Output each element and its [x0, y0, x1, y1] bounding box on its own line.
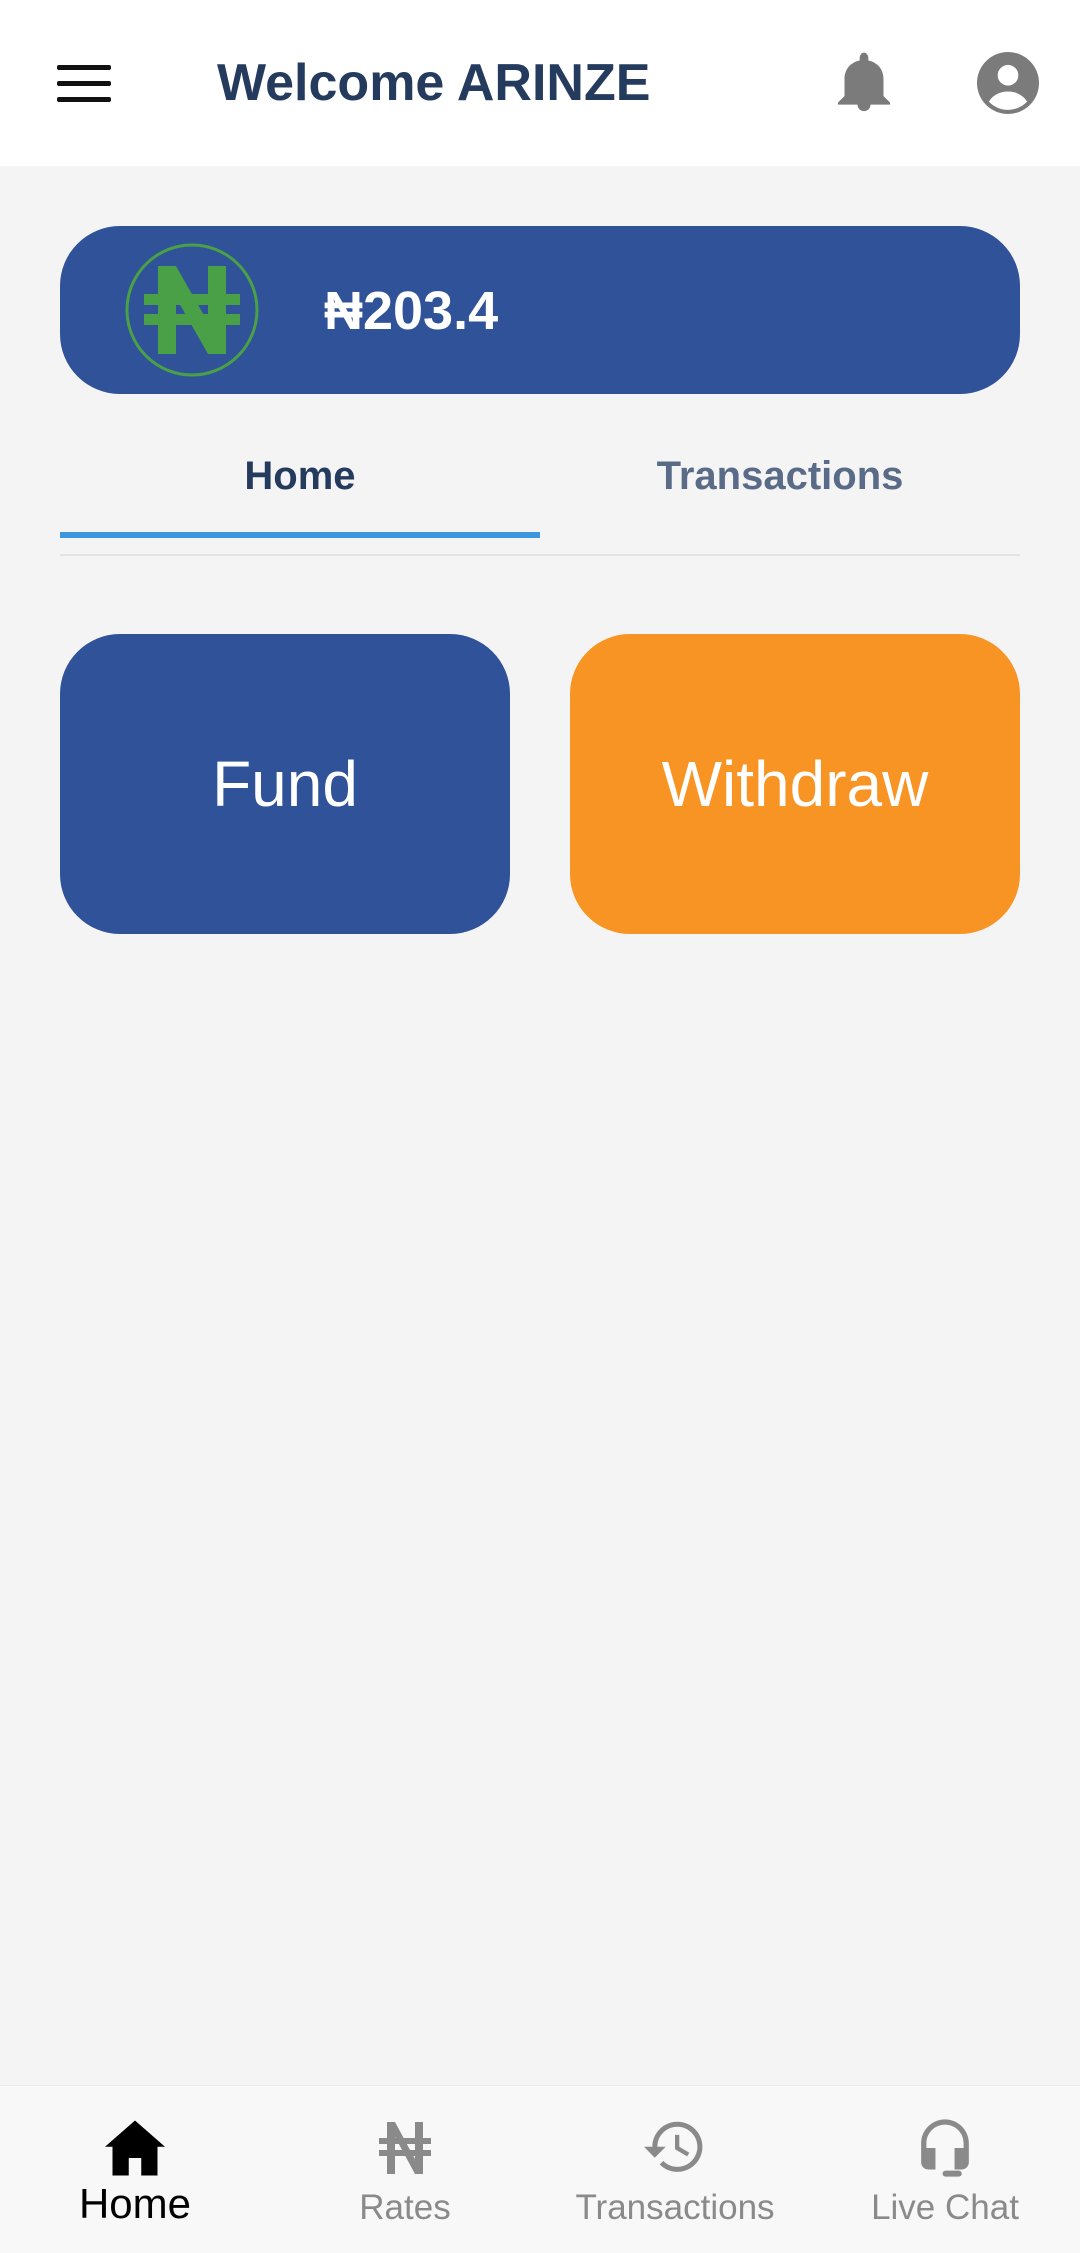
nav-item-live-chat[interactable]: Live Chat — [810, 2086, 1080, 2253]
menu-line — [57, 80, 111, 86]
account-circle-icon[interactable] — [970, 45, 1046, 121]
home-icon — [0, 2116, 270, 2180]
menu-line — [57, 64, 111, 70]
app-screen: Welcome ARINZE ₦203.4 Home Transactions … — [0, 0, 1080, 2253]
nav-label-rates: Rates — [359, 2188, 451, 2227]
withdraw-button[interactable]: Withdraw — [570, 634, 1020, 934]
bell-icon-graphic — [838, 52, 890, 112]
nav-item-home[interactable]: Home — [0, 2086, 270, 2253]
wallet-balance-card: ₦203.4 — [60, 226, 1020, 394]
nav-item-rates[interactable]: Rates — [270, 2086, 540, 2253]
nav-label-live-chat: Live Chat — [871, 2188, 1019, 2227]
bottom-navigation: Home Rates Transactions Live Chat — [0, 2085, 1080, 2253]
naira-icon — [270, 2116, 540, 2180]
fund-button[interactable]: Fund — [60, 634, 510, 934]
tab-home[interactable]: Home — [60, 414, 540, 538]
naira-icon-graphic — [379, 2122, 431, 2174]
headset-icon — [810, 2116, 1080, 2180]
account-circle-icon-graphic — [977, 52, 1039, 114]
menu-line — [57, 96, 111, 102]
home-icon-graphic — [105, 2120, 165, 2176]
hamburger-menu-icon[interactable] — [40, 45, 128, 121]
balance-amount: ₦203.4 — [324, 281, 499, 341]
nav-item-transactions[interactable]: Transactions — [540, 2086, 810, 2253]
tab-bar: Home Transactions — [60, 414, 1020, 556]
page-title: Welcome ARINZE — [217, 54, 651, 112]
nav-label-home: Home — [78, 2180, 192, 2227]
headset-icon-graphic — [921, 2119, 969, 2177]
bell-icon[interactable] — [830, 45, 898, 121]
active-tab-indicator — [60, 532, 540, 538]
naira-icon — [125, 243, 259, 377]
nav-label-transactions: Transactions — [575, 2188, 775, 2227]
history-icon — [540, 2116, 810, 2180]
tab-transactions[interactable]: Transactions — [540, 414, 1020, 538]
history-icon-graphic — [644, 2121, 703, 2172]
top-app-bar: Welcome ARINZE — [0, 0, 1080, 166]
